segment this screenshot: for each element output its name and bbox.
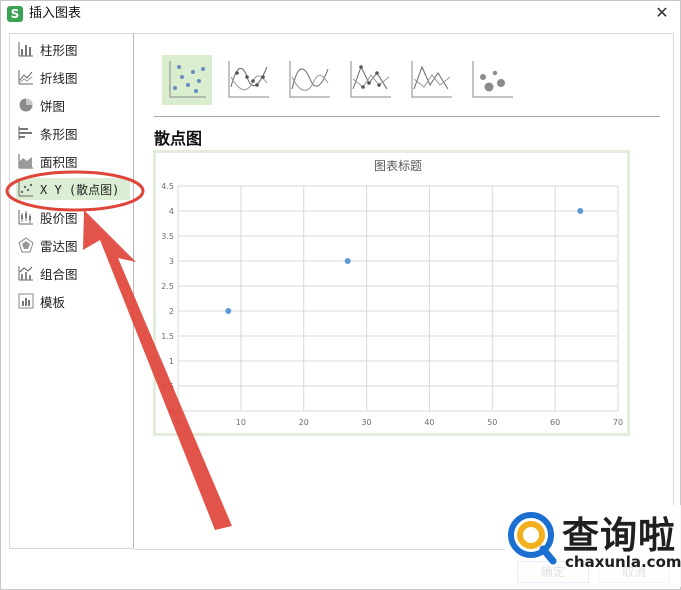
bar-chart-icon [18,126,32,140]
subtype-bubble[interactable] [467,55,517,105]
x-tick-label: 60 [550,418,560,427]
x-tick-label: 70 [613,418,623,427]
x-tick-label: 50 [487,418,497,427]
y-tick-label: 1 [169,357,174,366]
column-chart-icon [18,42,33,57]
sidebar-item-area[interactable]: 面积图 [10,150,134,172]
subtype-scatter-smooth-lines[interactable] [284,55,334,105]
y-tick-label: 0.5 [161,382,174,391]
sidebar-item-label: 组合图 [40,266,78,282]
chart-preview: 图表标题 0 10 20 30 40 50 60 70 0 0.5 1 1.5 2 2.5 3 3.5 4 4.5 [153,150,630,436]
sidebar-item-label: 柱形图 [40,42,78,58]
scatter-chart-icon [18,182,33,197]
scatter-markers-icon [169,61,206,98]
data-point [225,308,232,314]
x-tick-label: 40 [424,418,434,427]
magnifier-logo-icon [508,512,557,565]
data-point [577,208,584,214]
sidebar-item-label: 条形图 [40,126,78,142]
x-tick-label: 30 [361,418,371,427]
sidebar-item-label: 雷达图 [40,238,78,254]
sidebar-item-column[interactable]: 柱形图 [10,38,134,60]
template-icon [18,293,34,309]
combo-chart-icon [18,266,33,281]
scatter-straight-markers-icon [350,61,391,98]
x-tick-label: 20 [299,418,309,427]
sidebar-item-label: 折线图 [40,70,78,86]
x-tick-label: 10 [236,418,246,427]
watermark-name: 查询啦 [562,514,676,557]
dialog-title: 插入图表 [29,6,82,21]
stock-chart-icon [18,210,33,225]
scatter-smooth-icon [289,61,330,98]
subtype-scatter-straight-lines-markers[interactable] [345,55,395,105]
y-tick-label: 1.5 [161,332,174,341]
chart-title: 图表标题 [374,159,422,173]
y-tick-label: 0 [169,407,174,416]
wps-app-icon: S [7,6,23,22]
radar-chart-icon [18,237,34,253]
subtype-scatter-markers[interactable] [162,55,212,105]
pie-chart-icon [19,98,33,112]
section-title: 散点图 [154,129,203,148]
x-tick-label: 0 [175,418,180,427]
watermark: 查询啦 chaxunla.com [505,505,681,587]
sidebar-item-stock[interactable]: 股价图 [10,206,134,228]
sidebar-item-radar[interactable]: 雷达图 [10,234,134,256]
line-chart-icon [18,70,33,85]
scatter-smooth-markers-icon [228,61,269,98]
sidebar-item-label: 模板 [40,294,66,310]
y-tick-label: 2.5 [161,282,174,291]
title-bar: S 插入图表 ✕ [1,1,680,27]
scatter-chart: 图表标题 0 10 20 30 40 50 60 70 0 0.5 1 1.5 2 2.5 3 3.5 4 4.5 [161,159,623,427]
area-chart-icon [18,154,33,169]
scatter-straight-icon [411,61,452,98]
y-tick-label: 3.5 [161,232,174,241]
subtype-divider [154,116,660,117]
y-tick-label: 3 [169,257,174,266]
sidebar-item-bar[interactable]: 条形图 [10,122,134,144]
subtype-scatter-straight-lines[interactable] [406,55,456,105]
sidebar-item-label: 饼图 [40,98,66,114]
bubble-chart-icon [472,61,513,98]
watermark-domain: chaxunla.com [565,553,681,571]
chart-type-sidebar: 柱形图 折线图 饼图 条形图 面积图 X Y (散点图) 股价图 雷达图 组合图… [9,33,134,549]
y-tick-label: 4 [169,207,174,216]
y-tick-label: 4.5 [161,182,174,191]
sidebar-item-line[interactable]: 折线图 [10,66,134,88]
sidebar-item-combo[interactable]: 组合图 [10,262,134,284]
close-button[interactable]: ✕ [652,3,672,23]
y-tick-label: 2 [169,307,174,316]
sidebar-item-label: X Y (散点图) [40,182,120,197]
sidebar-item-label: 股价图 [40,210,78,226]
sidebar-item-template[interactable]: 模板 [10,290,134,312]
subtype-scatter-smooth-lines-markers[interactable] [223,55,273,105]
sidebar-item-label: 面积图 [40,154,78,170]
sidebar-item-pie[interactable]: 饼图 [10,94,134,116]
sidebar-item-scatter[interactable]: X Y (散点图) [10,178,134,200]
data-point [344,258,351,264]
